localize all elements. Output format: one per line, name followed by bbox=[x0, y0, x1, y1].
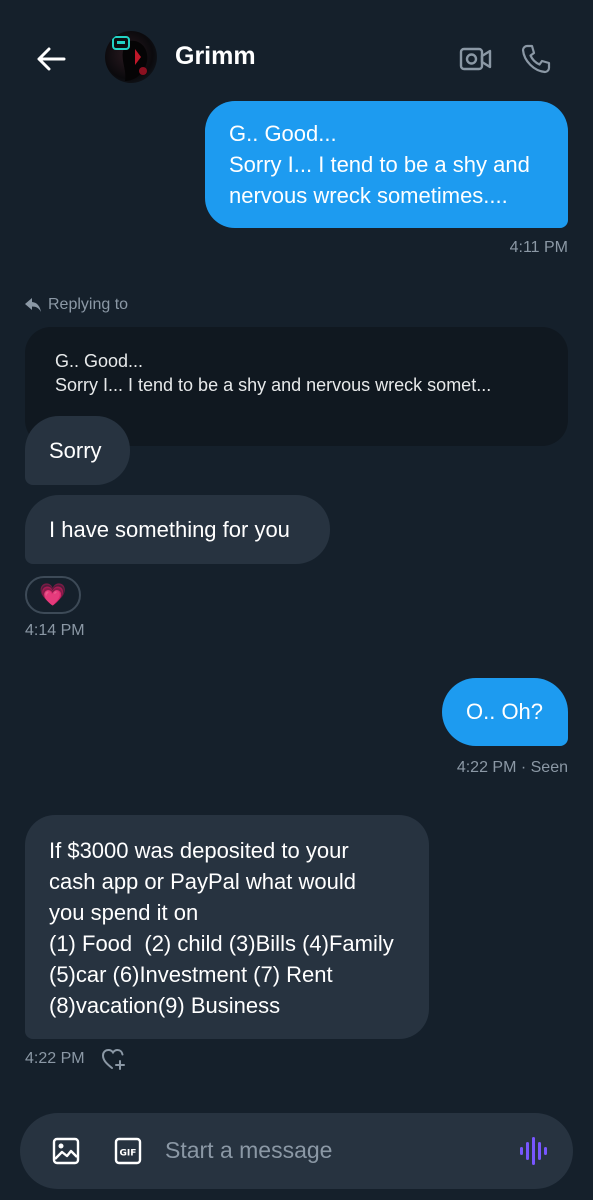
message-composer[interactable]: GIF Start a message bbox=[20, 1113, 573, 1189]
message-text: I have something for you bbox=[49, 517, 290, 542]
message-line: you spend it on bbox=[49, 900, 199, 925]
quoted-line: Sorry I... I tend to be a shy and nervou… bbox=[55, 375, 492, 395]
message-bubble-incoming[interactable]: I have something for you bbox=[25, 495, 330, 564]
message-line: (1) Food (2) child (3)Bills (4)Family bbox=[49, 931, 394, 956]
avatar[interactable] bbox=[105, 31, 157, 83]
gif-icon[interactable]: GIF bbox=[112, 1135, 144, 1167]
message-bubble-incoming[interactable]: Sorry bbox=[25, 416, 130, 485]
voice-wave-icon[interactable] bbox=[516, 1133, 552, 1169]
message-input[interactable]: Start a message bbox=[165, 1137, 332, 1164]
quoted-line: G.. Good... bbox=[55, 351, 144, 371]
message-text: O.. Oh? bbox=[466, 699, 544, 724]
message-timestamp-seen: 4:22 PM · Seen bbox=[456, 759, 568, 776]
message-timestamp: 4:11 PM bbox=[509, 239, 568, 256]
message-line: (8)vacation(9) Business bbox=[49, 993, 281, 1018]
pink-heart-reaction: 💗 bbox=[39, 582, 67, 607]
message-bubble-outgoing[interactable]: O.. Oh? bbox=[442, 678, 568, 746]
image-icon[interactable] bbox=[50, 1135, 82, 1167]
message-line: nervous wreck sometimes.... bbox=[229, 183, 508, 208]
message-timestamp: 4:22 PM bbox=[25, 1050, 85, 1067]
message-line: If $3000 was deposited to your bbox=[49, 838, 349, 863]
message-line: Sorry I... I tend to be a shy and bbox=[229, 152, 530, 177]
heart-plus-icon[interactable] bbox=[100, 1046, 128, 1072]
video-call-icon[interactable] bbox=[455, 38, 497, 80]
message-bubble-incoming[interactable]: If $3000 was deposited to your cash app … bbox=[25, 815, 429, 1039]
replying-to-text: Replying to bbox=[48, 296, 129, 313]
message-line: cash app or PayPal what would bbox=[49, 869, 356, 894]
message-text: Sorry bbox=[49, 438, 102, 463]
message-timestamp: 4:14 PM bbox=[25, 622, 85, 639]
message-bubble-outgoing[interactable]: G.. Good... Sorry I... I tend to be a sh… bbox=[205, 101, 568, 228]
reply-arrow-icon bbox=[25, 298, 41, 312]
replying-to-label: Replying to bbox=[24, 296, 128, 314]
svg-text:GIF: GIF bbox=[120, 1149, 137, 1159]
back-arrow-icon[interactable] bbox=[30, 38, 72, 80]
message-line: (5)car (6)Investment (7) Rent bbox=[49, 962, 333, 987]
reaction-badge[interactable]: 💗 bbox=[25, 576, 81, 614]
message-line: G.. Good... bbox=[229, 121, 337, 146]
phone-call-icon[interactable] bbox=[515, 38, 557, 80]
contact-name[interactable]: Grimm bbox=[175, 42, 256, 71]
